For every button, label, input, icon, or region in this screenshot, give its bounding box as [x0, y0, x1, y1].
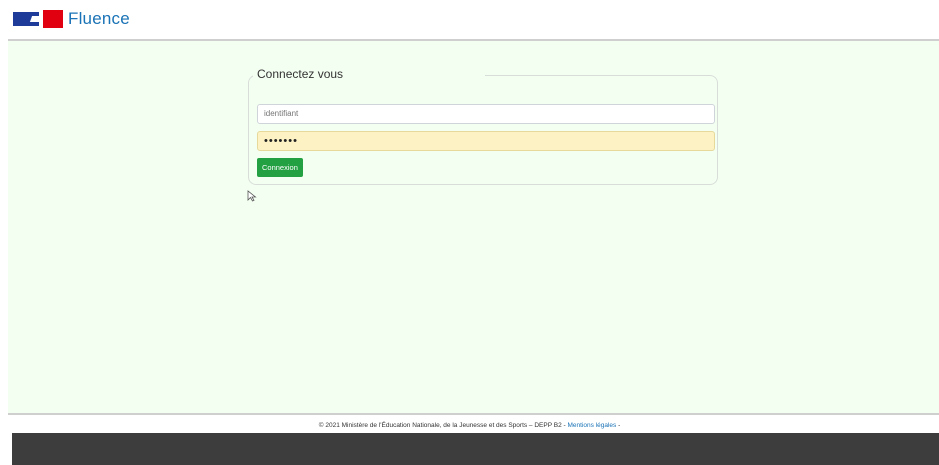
mouse-pointer-icon — [247, 190, 257, 202]
login-fieldset: Connectez vous ••••••• Connexion — [248, 67, 718, 185]
login-legend: Connectez vous — [255, 67, 346, 81]
footer: © 2021 Ministère de l'Éducation National… — [0, 422, 939, 429]
password-input[interactable]: ••••••• — [257, 131, 715, 151]
connexion-button[interactable]: Connexion — [257, 158, 303, 177]
app-title[interactable]: Fluence — [68, 9, 130, 29]
footer-bar — [12, 433, 939, 465]
mentions-legales-link[interactable]: Mentions légales — [567, 422, 616, 429]
marianne-logo-icon[interactable] — [13, 10, 63, 28]
identifiant-input[interactable] — [257, 104, 715, 124]
main-content: Connectez vous ••••••• Connexion — [8, 41, 939, 413]
footer-copyright: © 2021 Ministère de l'Éducation National… — [318, 422, 566, 429]
header: Fluence — [0, 0, 939, 40]
footer-trailing: - — [618, 422, 621, 429]
footer-divider — [8, 413, 939, 415]
